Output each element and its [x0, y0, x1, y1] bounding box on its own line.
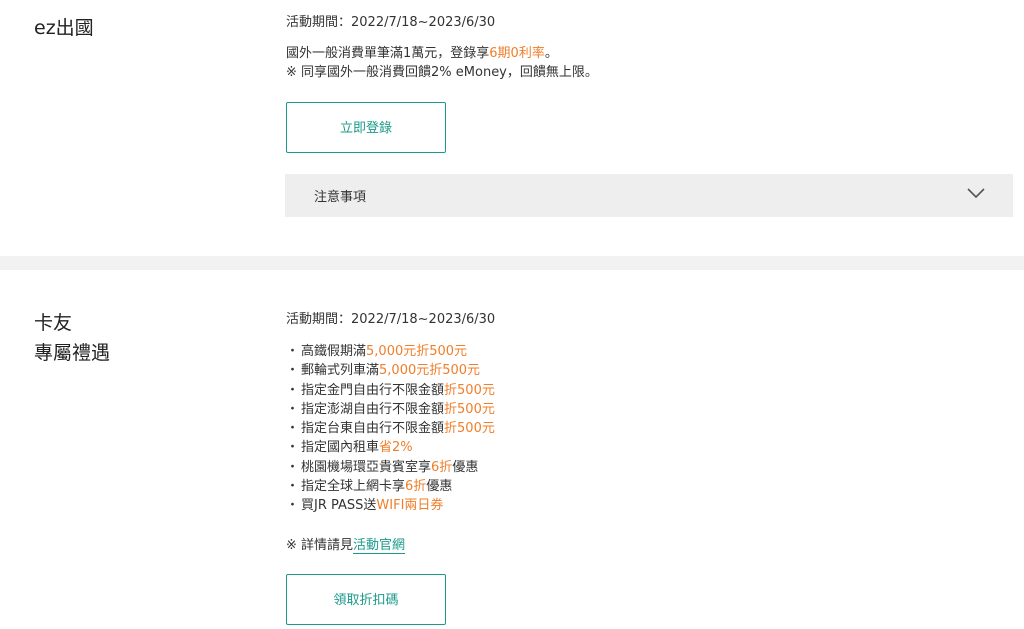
- item-highlight: 5,000元折500元: [379, 363, 481, 379]
- list-item: ・高鐵假期滿5,000元折500元: [286, 342, 495, 361]
- perks-list: ・高鐵假期滿5,000元折500元 ・郵輪式列車滿5,000元折500元 ・指定…: [286, 342, 495, 516]
- register-button[interactable]: 立即登錄: [286, 102, 446, 153]
- period-text: 活動期間：2022/7/18~2023/6/30: [286, 312, 496, 327]
- bullet-dot: ・: [286, 421, 300, 437]
- line1-prefix: 國外一般消費單筆滿1萬元，登錄享: [286, 46, 490, 61]
- item-text: 買JR PASS送: [301, 498, 377, 514]
- campaign-period: 活動期間：2022/7/18~2023/6/30: [286, 13, 495, 32]
- bullet-dot: ・: [286, 479, 300, 495]
- item-tail: 優惠: [426, 479, 453, 495]
- details-note: ※ 詳情請見活動官網: [286, 536, 406, 555]
- item-highlight: 折500元: [444, 401, 495, 417]
- list-item: ・買JR PASS送WIFI兩日券: [286, 496, 495, 515]
- item-text: 指定澎湖自由行不限金額: [301, 401, 445, 417]
- section-divider: [0, 256, 1024, 270]
- item-text: 指定金門自由行不限金額: [301, 382, 445, 398]
- item-highlight: WIFI兩日券: [376, 498, 444, 514]
- description-line-2: ※ 同享國外一般消費回饋2% eMoney，回饋無上限。: [286, 65, 598, 80]
- item-text: 指定台東自由行不限金額: [301, 421, 445, 437]
- item-highlight: 6折: [405, 479, 427, 495]
- section-title: 卡友 專屬禮遇: [34, 308, 110, 368]
- list-item: ・郵輪式列車滿5,000元折500元: [286, 361, 495, 380]
- bullet-dot: ・: [286, 401, 300, 417]
- item-text: 桃園機場環亞貴賓室享: [301, 459, 432, 475]
- title-line-2: 專屬禮遇: [34, 342, 111, 364]
- item-text: 高鐵假期滿: [301, 344, 367, 359]
- item-highlight: 折500元: [444, 382, 495, 398]
- accordion-label: 注意事項: [314, 190, 367, 205]
- section-title: ez出國: [34, 17, 94, 39]
- list-item: ・指定全球上網卡享6折優惠: [286, 477, 495, 496]
- campaign-description: 國外一般消費單筆滿1萬元，登錄享6期0利率。 ※ 同享國外一般消費回饋2% eM…: [286, 44, 598, 82]
- note-prefix: ※ 詳情請見: [286, 538, 354, 553]
- item-highlight: 6折: [431, 459, 453, 475]
- item-tail: 優惠: [452, 459, 479, 475]
- perks-list-wrap: ・高鐵假期滿5,000元折500元 ・郵輪式列車滿5,000元折500元 ・指定…: [286, 342, 495, 516]
- cardholder-perks-section: 卡友 專屬禮遇 活動期間：2022/7/18~2023/6/30 ・高鐵假期滿5…: [0, 270, 1024, 629]
- bullet-dot: ・: [286, 382, 300, 398]
- item-text: 郵輪式列車滿: [301, 363, 380, 379]
- item-highlight: 折500元: [444, 421, 495, 437]
- bullet-dot: ・: [286, 344, 300, 359]
- ez-travel-section: ez出國 活動期間：2022/7/18~2023/6/30 國外一般消費單筆滿1…: [0, 0, 1024, 256]
- list-item: ・指定金門自由行不限金額折500元: [286, 381, 495, 400]
- title-line-1: 卡友: [34, 312, 73, 334]
- list-item: ・指定國內租車省2%: [286, 438, 495, 457]
- item-highlight: 5,000元折500元: [366, 344, 468, 359]
- period-text: 活動期間：2022/7/18~2023/6/30: [286, 15, 496, 30]
- bullet-dot: ・: [286, 498, 300, 514]
- chevron-down-icon: [967, 188, 985, 199]
- list-item: ・指定台東自由行不限金額折500元: [286, 419, 495, 438]
- bullet-dot: ・: [286, 363, 300, 379]
- bullet-dot: ・: [286, 459, 300, 475]
- line1-highlight: 6期0利率: [489, 46, 545, 61]
- official-site-link[interactable]: 活動官網: [353, 538, 406, 554]
- description-line-1: 國外一般消費單筆滿1萬元，登錄享6期0利率。: [286, 44, 598, 63]
- notes-accordion[interactable]: 注意事項: [285, 174, 1013, 217]
- item-text: 指定國內租車: [301, 440, 380, 456]
- bullet-dot: ・: [286, 440, 300, 456]
- line1-suffix: 。: [544, 46, 558, 61]
- campaign-period: 活動期間：2022/7/18~2023/6/30: [286, 310, 495, 329]
- list-item: ・指定澎湖自由行不限金額折500元: [286, 400, 495, 419]
- item-text: 指定全球上網卡享: [301, 479, 406, 495]
- list-item: ・桃園機場環亞貴賓室享6折優惠: [286, 458, 495, 477]
- get-discount-code-button[interactable]: 領取折扣碼: [286, 574, 446, 625]
- item-highlight: 省2%: [379, 440, 413, 456]
